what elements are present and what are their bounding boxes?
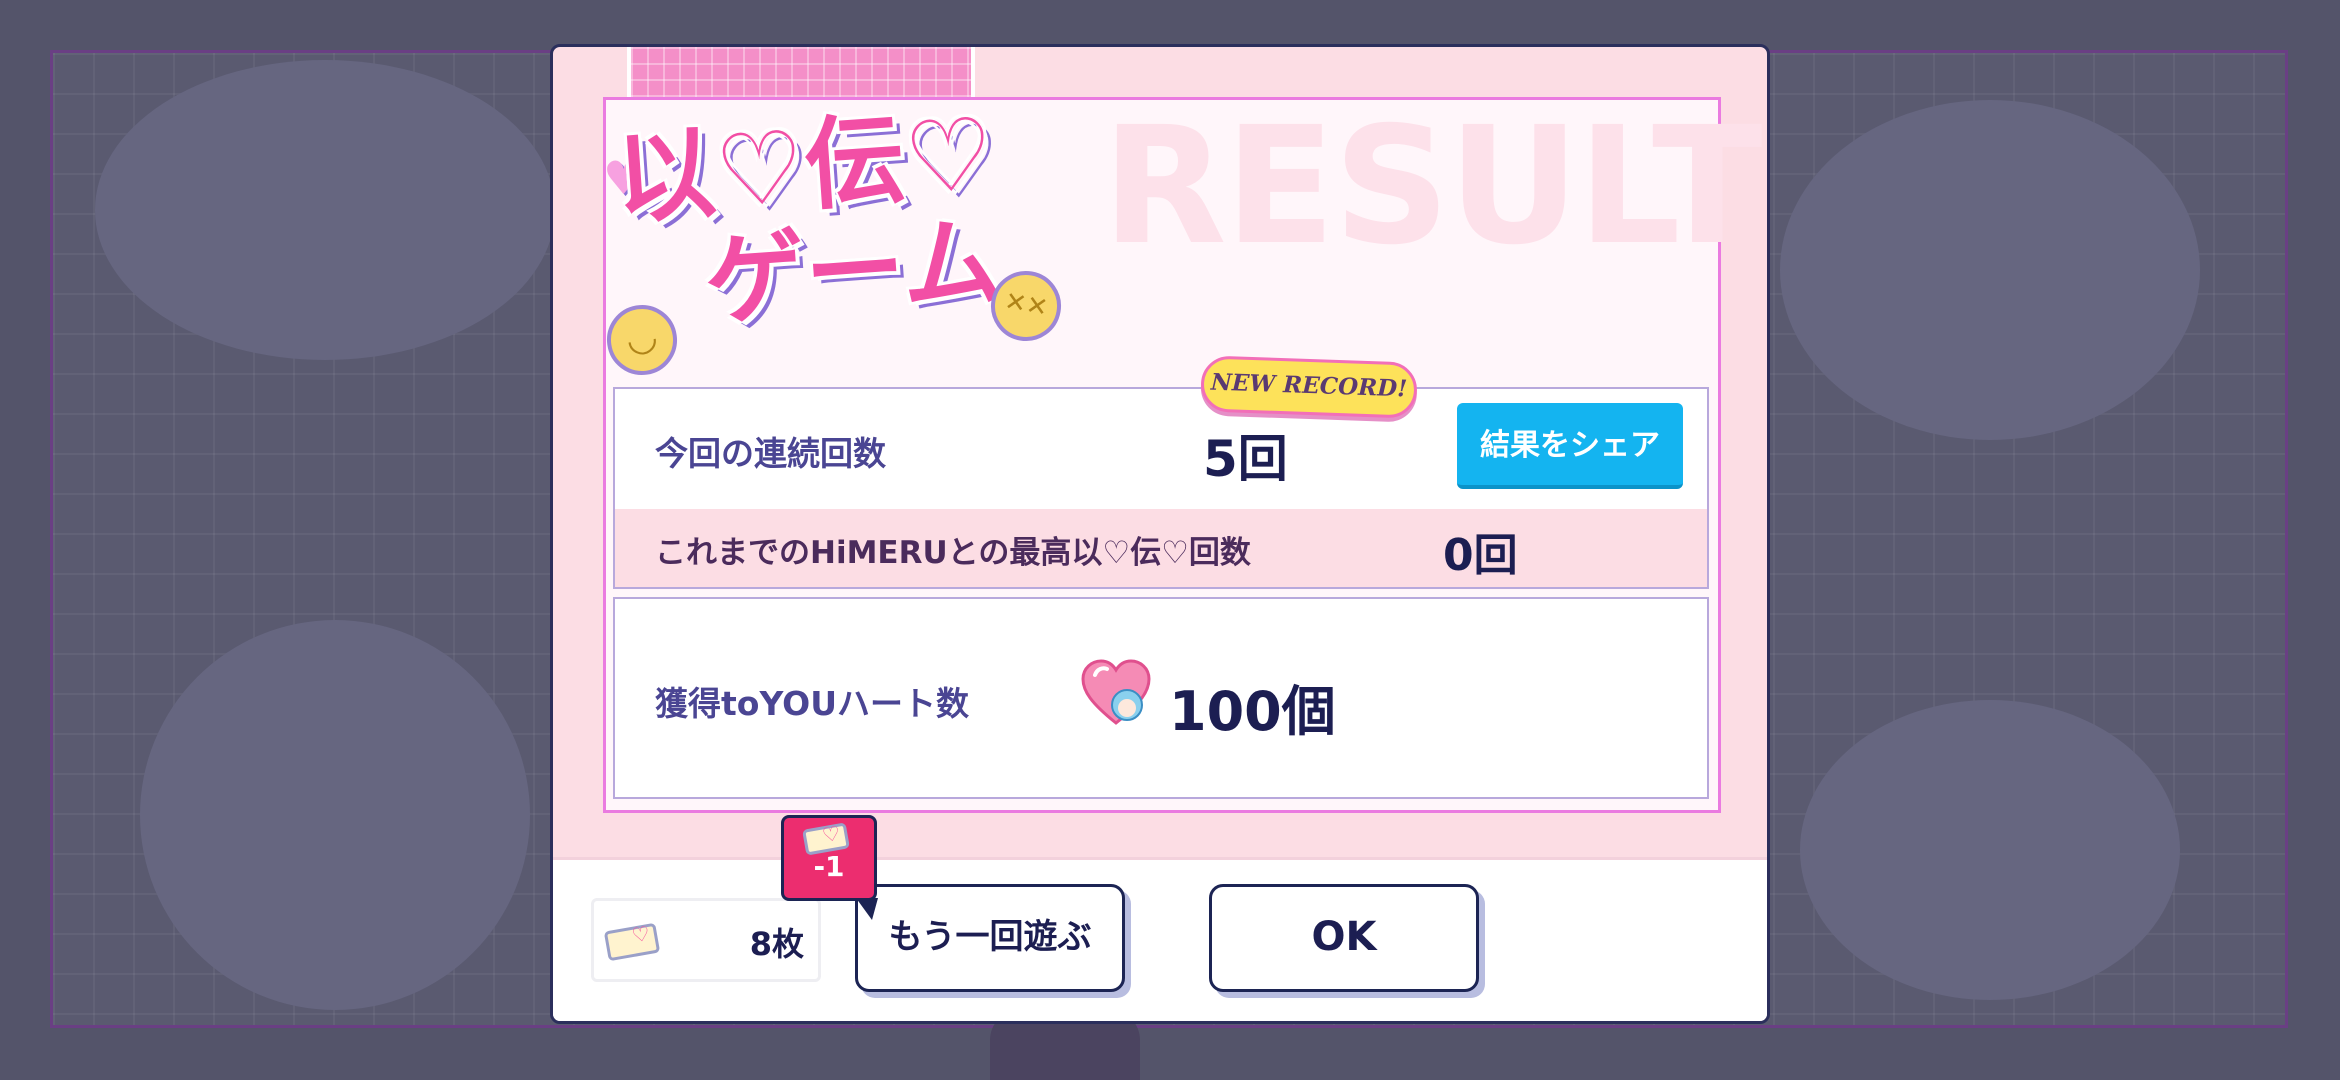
game-logo: ♥ 以♡伝♡ ゲーム ◡ ✕✕: [595, 67, 1075, 397]
result-modal: RESULT ♥ 以♡伝♡ ゲーム ◡ ✕✕ 今回の連続回数 5回 結果をシェア…: [550, 44, 1770, 1024]
background-blob: [95, 60, 555, 360]
best-record-label: これまでのHiMERUとの最高以♡伝♡回数: [655, 535, 1251, 571]
ticket-icon: [603, 922, 661, 962]
result-watermark: RESULT: [1102, 93, 1763, 281]
share-result-button[interactable]: 結果をシェア: [1457, 403, 1683, 489]
ticket-count: 8枚: [749, 925, 804, 963]
play-cost-value: -1: [813, 850, 845, 883]
ticket-count-box: 8枚: [591, 898, 821, 982]
hearts-earned-label: 獲得toYOUハート数: [655, 684, 970, 723]
heart-character-icon: [1081, 659, 1151, 725]
background-blob: [140, 620, 530, 1010]
ok-button[interactable]: OK: [1209, 884, 1479, 992]
best-record-value: 0回: [1443, 530, 1518, 581]
background-blob: [1800, 700, 2180, 1000]
current-streak-value: 5回: [1203, 430, 1288, 488]
best-record-row: これまでのHiMERUとの最高以♡伝♡回数 0回: [613, 509, 1709, 589]
hearts-earned-value: 100個: [1169, 680, 1336, 743]
background-blob: [1780, 100, 2200, 440]
play-cost-tag: -1: [781, 815, 878, 920]
play-again-button[interactable]: もう一回遊ぶ: [855, 884, 1125, 992]
current-streak-row: 今回の連続回数 5回 結果をシェア: [613, 387, 1709, 511]
hearts-earned-row: 獲得toYOUハート数 100個: [613, 597, 1709, 799]
smiley-face-icon: ◡: [602, 300, 682, 380]
logo-title-line2: ゲーム: [701, 202, 1006, 341]
modal-footer: 8枚 もう一回遊ぶ OK: [553, 857, 1767, 1021]
current-streak-label: 今回の連続回数: [655, 434, 886, 473]
new-record-badge: NEW RECORD!: [1200, 355, 1418, 419]
